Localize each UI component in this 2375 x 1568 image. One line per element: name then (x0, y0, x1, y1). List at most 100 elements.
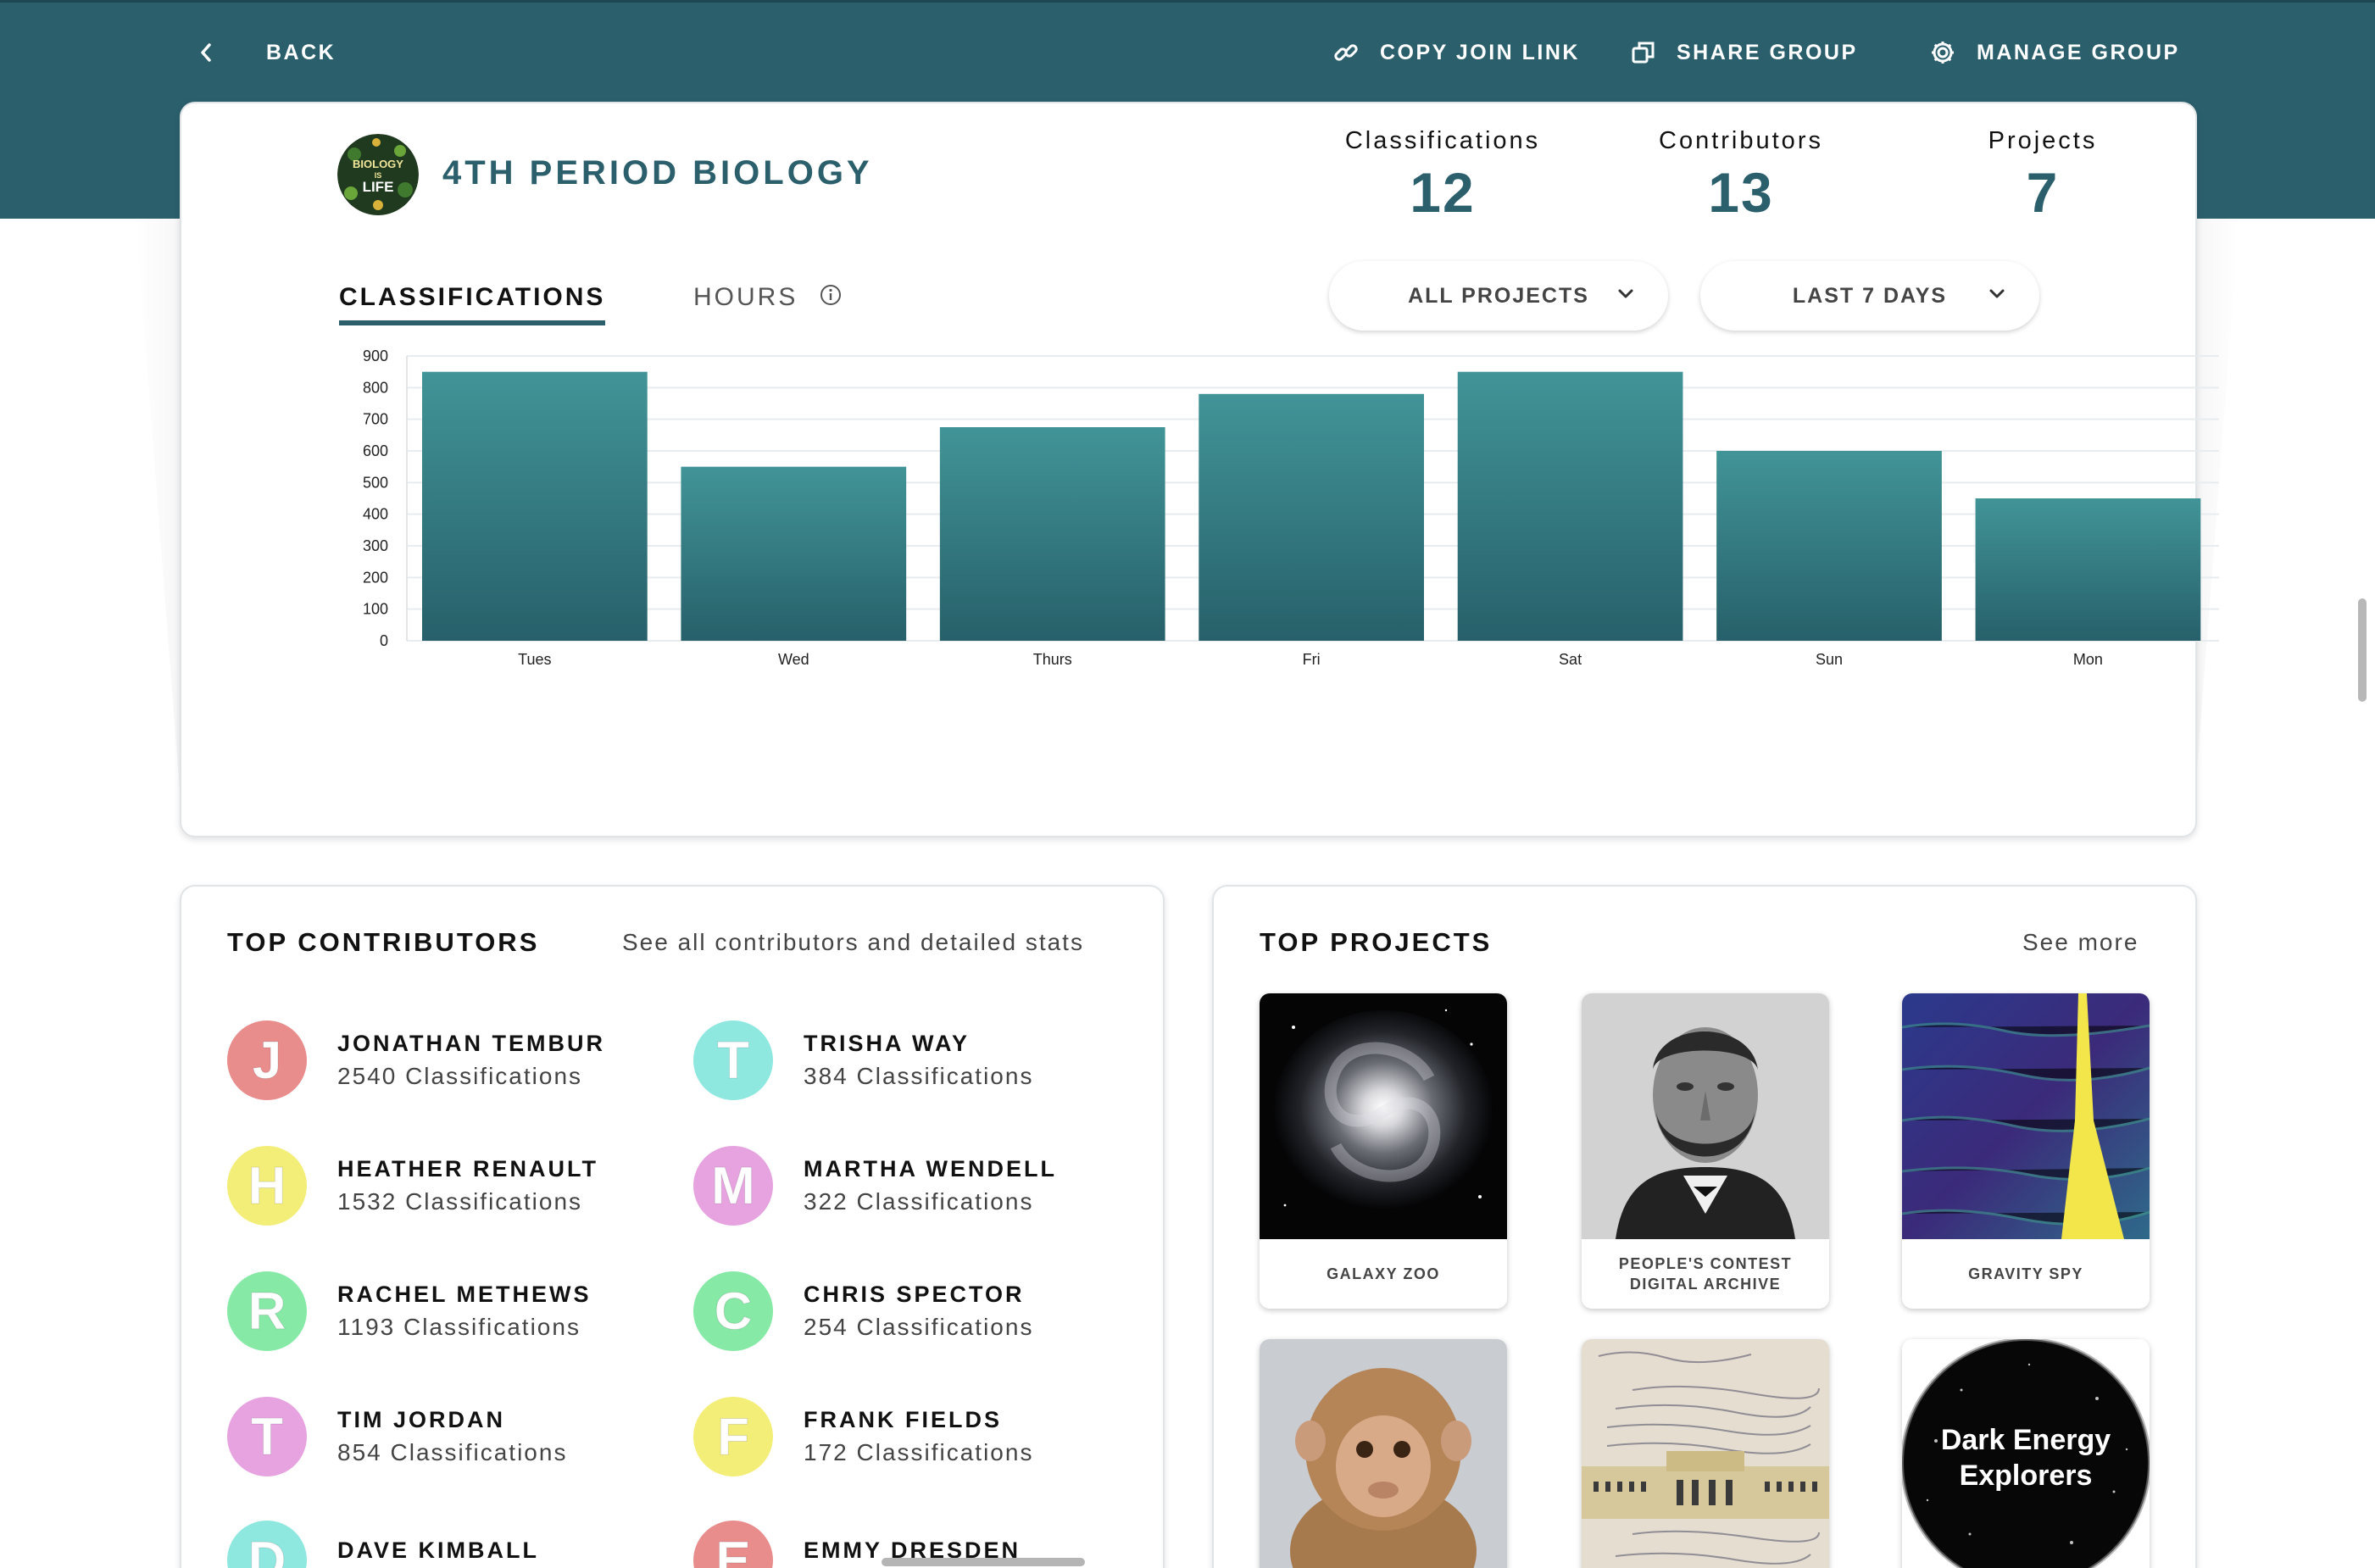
manage-group-button[interactable]: MANAGE GROUP (1929, 34, 2180, 71)
chevron-down-icon (1989, 289, 2005, 298)
bar (422, 371, 648, 641)
stat-label: Classifications (1344, 127, 1541, 154)
chevron-down-icon (1618, 289, 1633, 298)
x-tick-label: Thurs (1033, 651, 1072, 668)
project-card-peoples-contest[interactable]: PEOPLE'S CONTEST DIGITAL ARCHIVE (1582, 993, 1829, 1309)
projects-filter-value: ALL PROJECTS (1408, 283, 1589, 308)
contributor-name: CHRIS SPECTOR (804, 1282, 1025, 1307)
project-card-monkey[interactable] (1260, 1339, 1507, 1568)
contributor-name: DAVE KIMBALL (337, 1537, 539, 1563)
x-tick-label: Wed (778, 651, 809, 668)
tab-classifications[interactable]: CLASSIFICATIONS (339, 283, 606, 325)
contributor-item[interactable]: C CHRIS SPECTOR 254 Classifications (693, 1270, 1134, 1354)
contributor-item[interactable]: F FRANK FIELDS 172 Classifications (693, 1395, 1134, 1480)
y-tick-label: 600 (363, 442, 388, 459)
contributor-item[interactable]: T TIM JORDAN 854 Classifications (227, 1395, 668, 1480)
contributor-count: 384 Classifications (804, 1063, 1034, 1089)
vertical-scrollbar[interactable] (2358, 598, 2367, 702)
stat-value: 13 (1708, 161, 1774, 224)
stat-value: 12 (1410, 161, 1476, 224)
avatar: T (693, 1020, 773, 1100)
stat-classifications: Classifications 12 (1307, 127, 1578, 225)
copy-icon (1632, 42, 1655, 64)
project-label: PEOPLE'S CONTEST DIGITAL ARCHIVE (1618, 1255, 1793, 1293)
y-tick-label: 800 (363, 379, 388, 396)
contributor-item[interactable]: M MARTHA WENDELL 322 Classifications (693, 1144, 1134, 1229)
dark-energy-text-1: Dark Energy (1941, 1424, 2111, 1456)
copy-join-link-button[interactable]: COPY JOIN LINK (1332, 34, 1580, 71)
group-title: 4TH PERIOD BIOLOGY (442, 154, 873, 192)
contributor-item[interactable]: R RACHEL METHEWS 1193 Classifications (227, 1270, 668, 1354)
projects-filter-dropdown[interactable]: ALL PROJECTS (1329, 261, 1668, 331)
copy-join-link-label: COPY JOIN LINK (1380, 40, 1580, 64)
contributor-name: RACHEL METHEWS (337, 1282, 592, 1307)
bar (1716, 451, 1942, 641)
project-label: GRAVITY SPY (1968, 1265, 2083, 1282)
avatar: F (693, 1397, 773, 1476)
link-icon (1334, 44, 1358, 61)
see-all-contributors-link[interactable]: See all contributors and detailed stats (622, 929, 1084, 956)
contributor-count: 1532 Classifications (337, 1188, 583, 1215)
contributor-name: MARTHA WENDELL (804, 1156, 1057, 1182)
group-stats-card: BIOLOGY IS LIFE 4TH PERIOD BIOLOGY Class… (180, 102, 2219, 837)
classifications-bar-chart: 0 100 200 300 400 500 600 700 800 900 Tues Wed Thurs… (363, 348, 2219, 668)
gear-icon (1932, 42, 1954, 64)
avatar: M (693, 1146, 773, 1226)
project-card-gravity-spy[interactable]: GRAVITY SPY (1902, 993, 2150, 1309)
monkey-image (1260, 1339, 1507, 1568)
stat-value: 7 (2026, 161, 2060, 224)
logo-text-3: LIFE (363, 179, 394, 195)
date-range-value: LAST 7 DAYS (1792, 283, 1948, 308)
y-tick-label: 0 (380, 632, 388, 649)
stat-label: Contributors (1659, 127, 1823, 154)
project-card-archive-document[interactable] (1582, 1339, 1829, 1568)
avatar: R (227, 1271, 307, 1351)
project-card-dark-energy-explorers[interactable]: Dark Energy Explorers (1902, 1339, 2150, 1568)
avatar: H (227, 1146, 307, 1226)
back-button[interactable]: BACK (200, 34, 336, 71)
chevron-left-icon (201, 43, 211, 62)
contributor-count: 854 Classifications (337, 1439, 568, 1465)
avatar: E (693, 1521, 773, 1568)
contributor-item[interactable]: H HEATHER RENAULT 1532 Classifications (227, 1144, 668, 1229)
avatar: C (693, 1271, 773, 1351)
contributor-item[interactable]: D DAVE KIMBALL (227, 1519, 668, 1568)
y-tick-label: 400 (363, 506, 388, 523)
contributor-item[interactable]: T TRISHA WAY 384 Classifications (693, 1019, 1134, 1104)
portrait-image (1582, 993, 1829, 1239)
top-contributors-card: TOP CONTRIBUTORS See all contributors an… (180, 885, 1165, 1568)
x-tick-label: Sun (1816, 651, 1843, 668)
contributor-name: TRISHA WAY (804, 1031, 971, 1056)
project-card-galaxy-zoo[interactable]: GALAXY ZOO (1260, 993, 1507, 1309)
see-more-projects-link[interactable]: See more (2022, 929, 2139, 956)
avatar: J (227, 1020, 307, 1100)
contributor-name: FRANK FIELDS (804, 1407, 1002, 1432)
contributor-count: 322 Classifications (804, 1188, 1034, 1215)
tab-hours[interactable]: HOURS (693, 283, 798, 312)
info-icon[interactable] (819, 283, 843, 307)
contributor-name: TIM JORDAN (337, 1407, 505, 1432)
top-contributors-title: TOP CONTRIBUTORS (227, 927, 540, 957)
x-tick-label: Mon (2073, 651, 2103, 668)
manage-group-label: MANAGE GROUP (1977, 40, 2180, 64)
share-group-button[interactable]: SHARE GROUP (1631, 34, 1858, 71)
top-edge (0, 0, 2375, 3)
galaxy-image (1260, 993, 1507, 1239)
bar (1457, 371, 1683, 641)
x-tick-label: Fri (1303, 651, 1321, 668)
date-range-dropdown[interactable]: LAST 7 DAYS (1700, 261, 2039, 331)
bar (1975, 498, 2201, 641)
back-label: BACK (266, 40, 337, 64)
top-projects-title: TOP PROJECTS (1260, 927, 1493, 957)
stat-label: Projects (1988, 127, 2098, 154)
stat-projects: Projects 7 (1916, 127, 2170, 225)
dark-energy-image: Dark Energy Explorers (1902, 1339, 2150, 1568)
stat-contributors: Contributors 13 (1605, 127, 1877, 225)
y-tick-label: 200 (363, 569, 388, 586)
contributor-count: 2540 Classifications (337, 1063, 583, 1089)
horizontal-scrollbar[interactable] (882, 1558, 1085, 1566)
x-tick-label: Sat (1559, 651, 1582, 668)
handwritten-document-image (1582, 1339, 1829, 1568)
spectrogram-image (1902, 993, 2150, 1239)
contributor-item[interactable]: J JONATHAN TEMBUR 2540 Classifications (227, 1019, 668, 1104)
